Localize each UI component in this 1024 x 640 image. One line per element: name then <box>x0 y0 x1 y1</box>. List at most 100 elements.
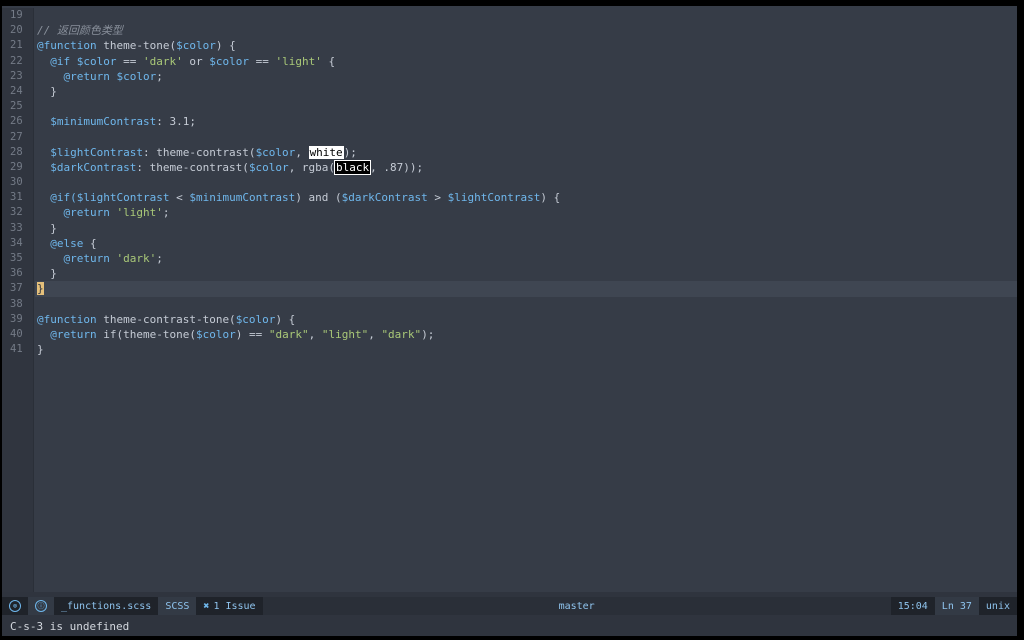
code-line-27[interactable] <box>35 130 1017 145</box>
buffer-name[interactable]: _functions.scss <box>54 597 159 615</box>
keyword: @return <box>63 69 110 83</box>
code-line-41[interactable]: } <box>35 342 1017 357</box>
issue-count: 1 Issue <box>213 600 256 612</box>
code-line-25[interactable] <box>35 99 1017 114</box>
punctuation: ) { <box>540 191 561 205</box>
punctuation: ; <box>156 252 163 265</box>
line-number: 36 <box>10 267 23 280</box>
line-number: 32 <box>10 206 23 219</box>
code-line-31[interactable]: @if($lightContrast < $minimumContrast) a… <box>35 190 1017 205</box>
modeline-info-segment: ⓘ <box>28 597 54 615</box>
operator: or <box>182 54 210 68</box>
major-mode[interactable]: SCSS <box>158 597 197 615</box>
punctuation: } <box>37 343 44 357</box>
operator: == <box>116 54 143 68</box>
code-line-33[interactable]: } <box>35 221 1017 236</box>
line-number: 30 <box>10 176 23 189</box>
line-number: 35 <box>10 252 23 264</box>
punctuation: ) { <box>275 312 296 326</box>
line-number: 40 <box>10 327 23 340</box>
variable: $lightContrast <box>447 191 541 205</box>
keyword: @return <box>50 327 97 341</box>
flycheck-issues[interactable]: ✖ 1 Issue <box>196 597 263 615</box>
line-number: 27 <box>10 130 23 143</box>
punctuation: , <box>295 145 309 159</box>
code-line-37-current[interactable]: } <box>35 281 1017 297</box>
string: 'light' <box>275 54 322 68</box>
variable: $color <box>235 312 276 326</box>
line-number: 22 <box>10 54 23 67</box>
string: "light" <box>321 327 369 341</box>
keyword: @return <box>63 206 110 220</box>
line-number-gutter: 19 20 21 22 23 24 25 26 27 28 29 30 31 32 33 34 35 36 37 38… <box>2 8 34 592</box>
line-number: 41 <box>10 343 23 356</box>
code-area[interactable]: // 返回颜色类型 @function theme-tone($color) {… <box>35 8 1017 357</box>
line-number: 34 <box>10 236 23 249</box>
color-preview-black: black <box>334 159 372 175</box>
punctuation: ; <box>162 206 170 220</box>
code-line-26[interactable]: $minimumContrast: 3.1; <box>35 114 1017 129</box>
punctuation: ; <box>156 69 163 83</box>
code-line-35[interactable]: @return 'dark'; <box>35 251 1017 266</box>
operator: < <box>169 191 190 205</box>
line-ending[interactable]: unix <box>978 597 1017 615</box>
code-line-22[interactable]: @if $color == 'dark' or $color == 'light… <box>35 54 1017 69</box>
emacs-window: 19 20 21 22 23 24 25 26 27 28 29 30 31 32 33 34 35 36 37 38… <box>2 6 1017 636</box>
punctuation: } <box>50 84 57 98</box>
string: 'dark' <box>143 54 183 68</box>
code-line-28[interactable]: $lightContrast: theme-contrast($color, w… <box>35 145 1017 160</box>
punctuation: ); <box>421 327 435 341</box>
code-line-23[interactable]: @return $color; <box>35 69 1017 84</box>
keyword: @if <box>50 54 71 68</box>
punctuation: } <box>50 267 57 281</box>
modeline-status-segment: ⊗ <box>2 597 28 615</box>
string: 'light' <box>116 206 163 220</box>
color-preview-white: white <box>308 145 344 159</box>
string: "dark" <box>381 327 422 341</box>
git-branch[interactable]: master <box>262 597 891 615</box>
code-line-39[interactable]: @function theme-contrast-tone($color) { <box>35 312 1017 327</box>
code-line-21[interactable]: @function theme-tone($color) { <box>35 38 1017 53</box>
text-cursor: } <box>37 282 44 296</box>
line-number: 24 <box>10 84 23 97</box>
function-call: , rgba( <box>288 160 336 174</box>
comment: // 返回颜色类型 <box>37 24 123 38</box>
mode-line: ⊗ ⓘ _functions.scss SCSS ✖ 1 Issue master… <box>2 597 1017 615</box>
variable: $darkContrast <box>50 160 137 174</box>
variable: $lightContrast <box>76 191 170 205</box>
minibuffer-echo-area[interactable]: C-s-3 is undefined <box>2 617 1017 636</box>
code-line-24[interactable]: } <box>35 84 1017 99</box>
code-line-36[interactable]: } <box>35 266 1017 281</box>
line-number: 19 <box>10 9 23 21</box>
code-editor[interactable]: 19 20 21 22 23 24 25 26 27 28 29 30 31 32 33 34 35 36 37 38… <box>2 6 1017 592</box>
line-number: 21 <box>10 39 23 52</box>
keyword: @function <box>37 312 97 326</box>
keyword: @if( <box>50 191 77 205</box>
code-line-38[interactable] <box>35 297 1017 312</box>
line-number: 33 <box>10 221 23 234</box>
line-position: Ln 37 <box>934 597 979 615</box>
code-line-19[interactable] <box>35 8 1017 23</box>
punctuation: , .87)); <box>370 160 424 174</box>
punctuation: ) { <box>215 39 236 53</box>
line-number: 25 <box>10 100 23 113</box>
code-line-29[interactable]: $darkContrast: theme-contrast($color, rg… <box>35 159 1017 175</box>
function-name: : theme-contrast( <box>142 145 256 159</box>
variable: $color <box>116 69 157 83</box>
punctuation: ); <box>343 145 357 159</box>
line-number: 38 <box>10 297 23 310</box>
line-number: 29 <box>10 160 23 173</box>
code-line-20[interactable]: // 返回颜色类型 <box>35 23 1017 38</box>
variable: $lightContrast <box>50 145 143 159</box>
code-line-32[interactable]: @return 'light'; <box>35 205 1017 220</box>
function-name: : theme-contrast( <box>136 160 249 174</box>
code-line-40[interactable]: @return if(theme-tone($color) == "dark",… <box>35 327 1017 342</box>
string: 'dark' <box>116 252 157 265</box>
code-line-30[interactable] <box>35 175 1017 190</box>
line-number: 37 <box>10 282 23 295</box>
error-icon: ✖ <box>203 600 210 612</box>
punctuation: { <box>83 236 97 250</box>
string: "dark" <box>268 327 309 341</box>
line-number: 31 <box>10 191 23 204</box>
code-line-34[interactable]: @else { <box>35 236 1017 251</box>
